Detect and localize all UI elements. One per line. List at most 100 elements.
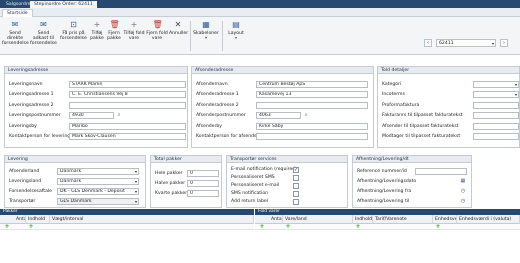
col-header[interactable]: Enhedsværdi i (valuta) bbox=[457, 215, 520, 224]
clock-icon[interactable]: ◷ bbox=[460, 198, 466, 204]
field-label: Leveringsland bbox=[9, 179, 42, 184]
form-row: Leveringsland Danmark bbox=[5, 178, 145, 186]
add-line-button[interactable]: + Tilføj fold vare bbox=[123, 20, 145, 41]
add-row-icon[interactable]: + bbox=[4, 224, 10, 230]
delivery-zip-field[interactable]: 4930 bbox=[69, 112, 114, 119]
remove-package-button[interactable]: 🗑 Fjern pakke bbox=[106, 20, 122, 41]
field-label: Proformafaktura bbox=[382, 103, 420, 108]
customs-category-select[interactable] bbox=[473, 81, 519, 88]
receiver-invoice-field[interactable] bbox=[473, 133, 519, 140]
incoterms-select[interactable] bbox=[473, 91, 519, 98]
sender-address2-field[interactable] bbox=[256, 102, 368, 109]
invoice-text-field[interactable] bbox=[473, 112, 519, 119]
col-header[interactable]: Vægt/interval bbox=[50, 215, 254, 224]
form-row: Leveringsadresse 2 bbox=[5, 102, 187, 110]
add-package-button[interactable]: + Tilføj pakke bbox=[89, 20, 105, 41]
proforma-field[interactable] bbox=[473, 102, 519, 109]
form-row: Afsendernavn Centrum Bestøj ApS bbox=[192, 81, 373, 89]
form-row: Leveringsnavn STARK Markn bbox=[5, 81, 187, 89]
return-label-checkbox[interactable] bbox=[293, 199, 299, 205]
panel-title: Afsenderadresse bbox=[192, 67, 373, 74]
field-label: Add return label bbox=[231, 199, 268, 204]
field-label: Leveringsby bbox=[9, 124, 37, 129]
tab-order[interactable]: Stepinordre Order: 62411 bbox=[30, 1, 97, 8]
personal-email-checkbox[interactable] bbox=[293, 183, 299, 189]
form-row: Incoterms bbox=[378, 91, 519, 99]
order-number-select[interactable]: 62411 ▾ bbox=[436, 39, 496, 47]
sender-name-field[interactable]: Centrum Bestøj ApS bbox=[256, 81, 368, 88]
delivery-address-panel: Leveringsadresse Leveringsnavn STARK Mar… bbox=[4, 66, 188, 148]
form-row: Kontaktperson for levering Mark Skov-Cla… bbox=[5, 133, 187, 141]
shipping-agreement-select[interactable]: DK - GLS Denmark - Deposit bbox=[57, 188, 139, 195]
field-label: Hele pakker bbox=[155, 171, 183, 176]
sender-contact-field[interactable] bbox=[256, 133, 368, 140]
ribbon-tab-bar: Startside bbox=[0, 8, 520, 17]
clock-icon[interactable]: ◷ bbox=[460, 188, 466, 194]
delivery-contact-field[interactable]: Mark Skov-Clausen bbox=[69, 133, 186, 140]
sender-zip-field[interactable]: 4063 bbox=[256, 112, 301, 119]
delivery-address1-field[interactable]: C. E. Christiansens Vej 8 bbox=[69, 91, 186, 98]
delivery-country-select[interactable]: Danmark bbox=[57, 178, 139, 185]
delivery-name-field[interactable]: STARK Markn bbox=[69, 81, 186, 88]
col-header[interactable]: Vare/land bbox=[283, 215, 353, 224]
remove-package-label: Fjern pakke bbox=[107, 31, 121, 42]
send-direct-button[interactable]: ✉ Send direkte forsendelse bbox=[2, 20, 29, 47]
templates-button[interactable]: ▦ Skabeloner ▾ bbox=[193, 20, 219, 40]
sms-notification-checkbox[interactable] bbox=[293, 191, 299, 197]
layout-button[interactable]: ▤ Layout ▾ bbox=[225, 20, 247, 40]
form-row: Kvarte pakker 0 bbox=[151, 190, 221, 198]
cancel-button[interactable]: ✕ Annuller bbox=[169, 20, 188, 36]
add-row-icon[interactable]: + bbox=[285, 224, 291, 230]
col-header[interactable]: Tarif/Varenote bbox=[373, 215, 433, 224]
next-record-button[interactable]: › bbox=[500, 39, 508, 47]
price-icon: ⊡ bbox=[70, 20, 77, 29]
remove-line-button[interactable]: 🗑 Fjern fold vare bbox=[146, 20, 168, 41]
panel-title: Transportør services bbox=[227, 156, 347, 163]
remove-line-label: Fjern fold vare bbox=[146, 31, 168, 42]
field-label: SMS notification bbox=[231, 191, 269, 196]
quarter-parcels-field[interactable]: 0 bbox=[187, 190, 219, 197]
sender-city-field[interactable]: Kirke Såby bbox=[256, 123, 368, 130]
packages-new-row[interactable]: + + bbox=[0, 224, 254, 230]
search-icon[interactable]: ⌕ bbox=[303, 112, 309, 118]
delivery-address2-field[interactable] bbox=[69, 102, 186, 109]
previous-record-button[interactable]: ‹ bbox=[424, 39, 432, 47]
carrier-select[interactable]: GLS Danmark bbox=[57, 198, 139, 205]
field-label: Personaliseret SMS bbox=[231, 175, 275, 180]
sender-invoice-field[interactable] bbox=[473, 123, 519, 130]
send-draft-button[interactable]: ✉ Send adkast til forsendelse bbox=[30, 20, 57, 47]
col-header[interactable]: Antal bbox=[14, 215, 26, 224]
form-row: Proformafaktura bbox=[378, 102, 519, 110]
add-row-icon[interactable]: + bbox=[355, 224, 361, 230]
search-icon[interactable]: ⌕ bbox=[116, 112, 122, 118]
reference-number-field[interactable] bbox=[415, 168, 467, 175]
plus-icon: + bbox=[130, 20, 138, 29]
send-draft-label: Send adkast til forsendelse bbox=[30, 31, 57, 47]
form-row: Leveringspostnummer 4930 ⌕ bbox=[5, 112, 187, 120]
tab-home[interactable]: Startside bbox=[2, 9, 33, 17]
panel-title: Told detaljer bbox=[378, 67, 519, 74]
sender-address-panel: Afsenderadresse Afsendernavn Centrum Bes… bbox=[191, 66, 374, 148]
form-row: Fakturanrs til tilpasset fakturatekst bbox=[378, 112, 519, 120]
personal-sms-checkbox[interactable] bbox=[293, 175, 299, 181]
half-parcels-field[interactable]: 0 bbox=[187, 180, 219, 187]
add-row-icon[interactable]: + bbox=[259, 224, 265, 230]
sender-address1-field[interactable]: Kasamevej 13 bbox=[256, 91, 368, 98]
form-row: Kategori bbox=[378, 81, 519, 89]
add-row-icon[interactable]: + bbox=[435, 224, 441, 230]
add-row-icon[interactable]: + bbox=[28, 224, 34, 230]
calendar-icon[interactable]: ▦ bbox=[460, 178, 466, 184]
form-row: Modtager til tilpasset fakturatekst bbox=[378, 133, 519, 141]
email-notification-checkbox[interactable]: ✓ bbox=[293, 167, 299, 173]
delivery-panel: Levering Afsenderland Danmark Leveringsl… bbox=[4, 155, 146, 208]
sender-country-select[interactable]: Danmark bbox=[57, 168, 139, 175]
whole-parcels-field[interactable]: 0 bbox=[187, 170, 219, 177]
add-package-label: Tilføj pakke bbox=[90, 31, 104, 42]
draft-icon: ✉ bbox=[40, 20, 47, 29]
get-price-button[interactable]: ⊡ Få pris på forsendelse bbox=[60, 20, 87, 41]
field-label: Fakturanrs til tilpasset fakturatekst bbox=[382, 113, 463, 118]
field-label: Reference nummer/id bbox=[357, 169, 407, 174]
delivery-city-field[interactable]: Maribo bbox=[69, 123, 186, 130]
line-items-new-row[interactable]: + + + + bbox=[255, 224, 520, 230]
col-header[interactable]: Antal bbox=[269, 215, 283, 224]
